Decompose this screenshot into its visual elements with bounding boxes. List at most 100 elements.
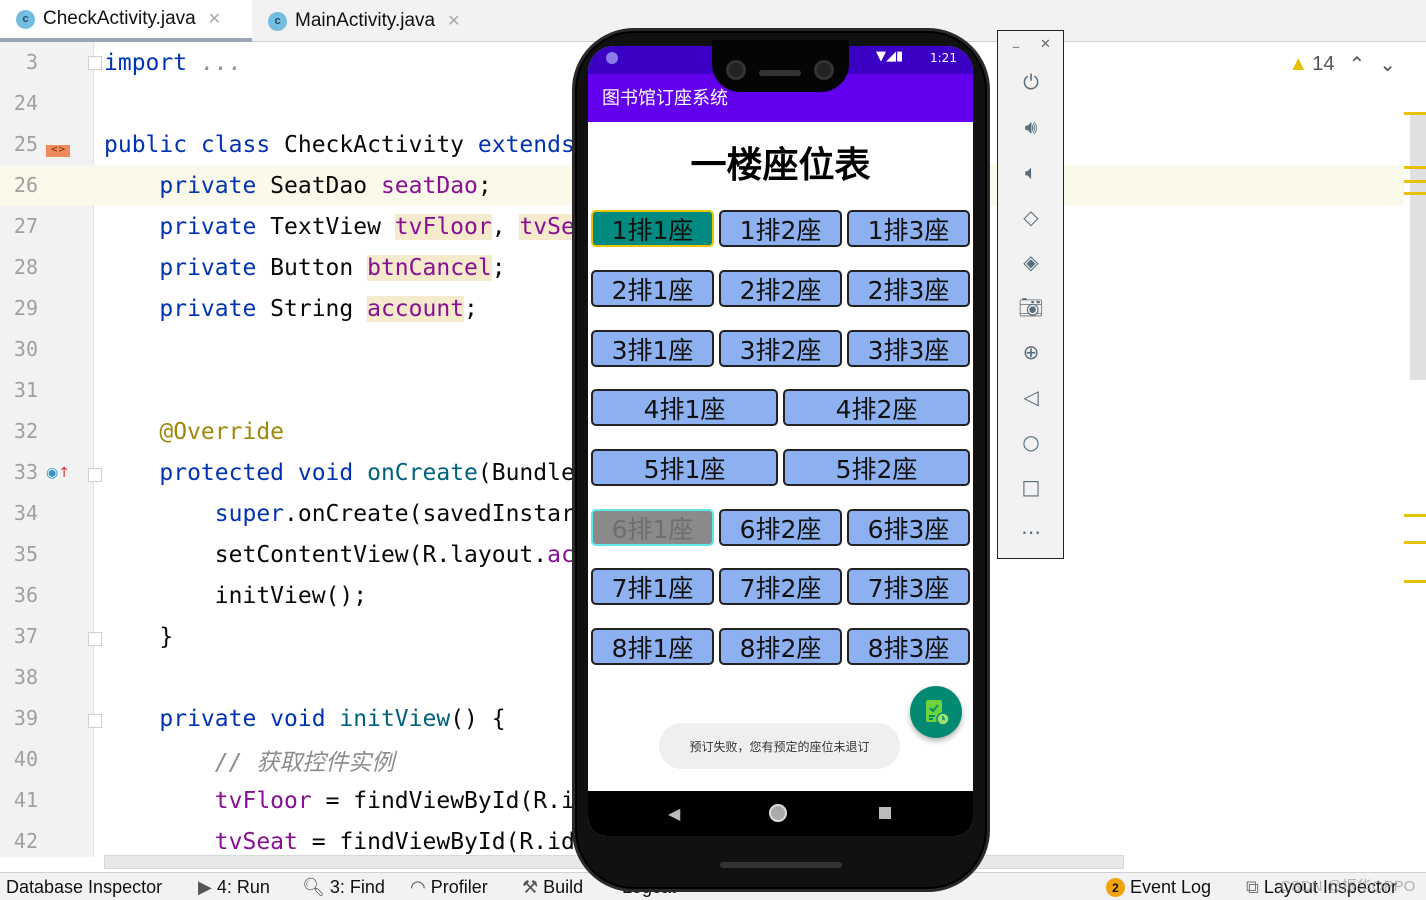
reservation-fab[interactable] — [910, 686, 962, 738]
warning-count: 14 — [1312, 53, 1335, 75]
seat-button[interactable]: 4排2座 — [783, 389, 970, 426]
tab-label: MainActivity.java — [295, 10, 436, 31]
seat-button[interactable]: 6排2座 — [719, 509, 842, 546]
code-token: initView — [339, 705, 451, 732]
code-token: ; — [464, 295, 478, 322]
line-number: 37 — [13, 624, 38, 648]
line-number: 41 — [13, 788, 38, 812]
seat-button[interactable]: 8排1座 — [591, 628, 714, 665]
line-number: 34 — [13, 501, 38, 525]
code-token: tvFloor — [394, 213, 492, 240]
code-token: seatDao — [380, 172, 478, 199]
label: Build — [543, 877, 584, 897]
seat-button[interactable]: 4排1座 — [591, 389, 778, 426]
seat-button[interactable]: 1排1座 — [591, 210, 714, 247]
find-button[interactable]: 🔍︎ 3: Find — [302, 877, 385, 898]
line-number: 27 — [13, 214, 38, 238]
java-class-icon: c — [268, 11, 287, 31]
overview-icon[interactable]: □ — [1018, 474, 1044, 500]
seat-button[interactable]: 2排3座 — [847, 270, 970, 307]
camera-icon[interactable]: 📷︎ — [1018, 294, 1044, 320]
overview-icon[interactable] — [879, 807, 891, 819]
seat-button[interactable]: 7排3座 — [847, 568, 970, 605]
android-nav-bar: ◀ — [588, 791, 973, 836]
seat-button[interactable]: 5排1座 — [591, 449, 778, 486]
code-token: SeatDao — [270, 172, 381, 199]
line-number: 31 — [13, 378, 38, 402]
seat-button[interactable]: 3排1座 — [591, 330, 714, 367]
warning-stripe[interactable] — [1404, 514, 1426, 517]
seat-button[interactable]: 2排2座 — [719, 270, 842, 307]
rotate-left-icon[interactable]: ◇ — [1018, 204, 1044, 230]
warning-stripe[interactable] — [1404, 192, 1426, 195]
seat-button[interactable]: 6排3座 — [847, 509, 970, 546]
close-icon[interactable]: ✕ — [1040, 37, 1051, 52]
seat-button[interactable]: 8排2座 — [719, 628, 842, 665]
seat-button[interactable]: 8排3座 — [847, 628, 970, 665]
warning-stripe[interactable] — [1404, 541, 1426, 544]
database-inspector-button[interactable]: Database Inspector — [6, 877, 162, 898]
vertical-scrollbar[interactable] — [1410, 112, 1426, 380]
seat-button[interactable]: 1排3座 — [847, 210, 970, 247]
line-number: 38 — [13, 665, 38, 689]
previous-highlight-icon[interactable]: ⌃ — [1348, 52, 1365, 77]
gauge-icon: ◠ — [410, 877, 426, 897]
code-token: tvFloor — [104, 787, 312, 814]
layout-file-icon[interactable]: <> — [46, 133, 70, 157]
code-token: ; — [491, 254, 506, 281]
device-screen[interactable]: ▼◢▮ 1:21 图书馆订座系统 一楼座位表 1排1座 1排2座 1排3座 2排1座 2… — [588, 46, 973, 836]
warning-stripe[interactable] — [1404, 112, 1426, 115]
tab-main-activity[interactable]: c MainActivity.java ✕ — [252, 0, 471, 42]
app-title: 图书馆订座系统 — [602, 88, 728, 109]
rotate-right-icon[interactable]: ◈ — [1018, 249, 1044, 275]
zoom-in-icon[interactable]: ⊕ — [1018, 339, 1044, 365]
seat-button[interactable]: 7排2座 — [719, 568, 842, 605]
build-button[interactable]: ⚒ Build — [522, 877, 583, 898]
run-button[interactable]: ▶ 4: Run — [198, 877, 270, 898]
watermark: CSDN @振华OPPO — [1280, 878, 1416, 895]
volume-up-icon[interactable]: 🔊︎ — [1018, 114, 1044, 140]
hammer-icon: ⚒ — [522, 877, 539, 897]
code-token: super — [104, 500, 285, 527]
home-icon[interactable]: ○ — [1018, 429, 1044, 455]
seat-button[interactable]: 2排1座 — [591, 270, 714, 307]
fold-icon[interactable] — [88, 56, 102, 70]
seat-button[interactable]: 3排3座 — [847, 330, 970, 367]
next-highlight-icon[interactable]: ⌄ — [1379, 52, 1396, 77]
warning-stripe[interactable] — [1404, 180, 1426, 183]
back-icon[interactable]: ◁ — [1018, 384, 1044, 410]
event-log-button[interactable]: 2 Event Log — [1106, 877, 1211, 898]
more-icon[interactable]: ⋯ — [1018, 519, 1044, 545]
close-icon[interactable]: ✕ — [447, 11, 460, 31]
line-number: 25 — [13, 132, 38, 156]
tab-check-activity[interactable]: c CheckActivity.java ✕ — [0, 0, 252, 42]
profiler-button[interactable]: ◠ Profiler — [410, 877, 488, 898]
home-icon[interactable] — [769, 804, 787, 822]
warning-stripe[interactable] — [1404, 166, 1426, 169]
code-token: account — [367, 295, 465, 322]
seat-button[interactable]: 7排1座 — [591, 568, 714, 605]
override-icon[interactable]: ◉↑ — [46, 465, 70, 481]
seat-button: 6排1座 — [591, 509, 714, 546]
close-icon[interactable]: ✕ — [208, 9, 221, 29]
line-number: 26 — [13, 173, 38, 197]
fold-icon[interactable] — [88, 468, 102, 482]
code-token: CheckActivity — [284, 131, 478, 158]
volume-down-icon[interactable]: 🔈︎ — [1018, 159, 1044, 185]
warning-stripe[interactable] — [1404, 580, 1426, 583]
seat-button[interactable]: 3排2座 — [719, 330, 842, 367]
fold-icon[interactable] — [88, 714, 102, 728]
code-token: } — [104, 623, 174, 650]
inspection-widget[interactable]: ▲ 14 ⌃ ⌄ — [1288, 52, 1396, 77]
wifi-icon: ▼◢▮ — [876, 49, 904, 64]
seat-button[interactable]: 1排2座 — [719, 210, 842, 247]
tab-label: CheckActivity.java — [43, 8, 196, 29]
camera-icon — [814, 60, 834, 80]
code-token: btnCancel — [367, 254, 492, 281]
power-icon[interactable]: ⏻ — [1018, 69, 1044, 95]
line-number: 42 — [13, 829, 38, 853]
seat-button[interactable]: 5排2座 — [783, 449, 970, 486]
back-icon[interactable]: ◀ — [668, 804, 680, 823]
fold-icon[interactable] — [88, 632, 102, 646]
minimize-icon[interactable]: – — [1012, 37, 1020, 56]
